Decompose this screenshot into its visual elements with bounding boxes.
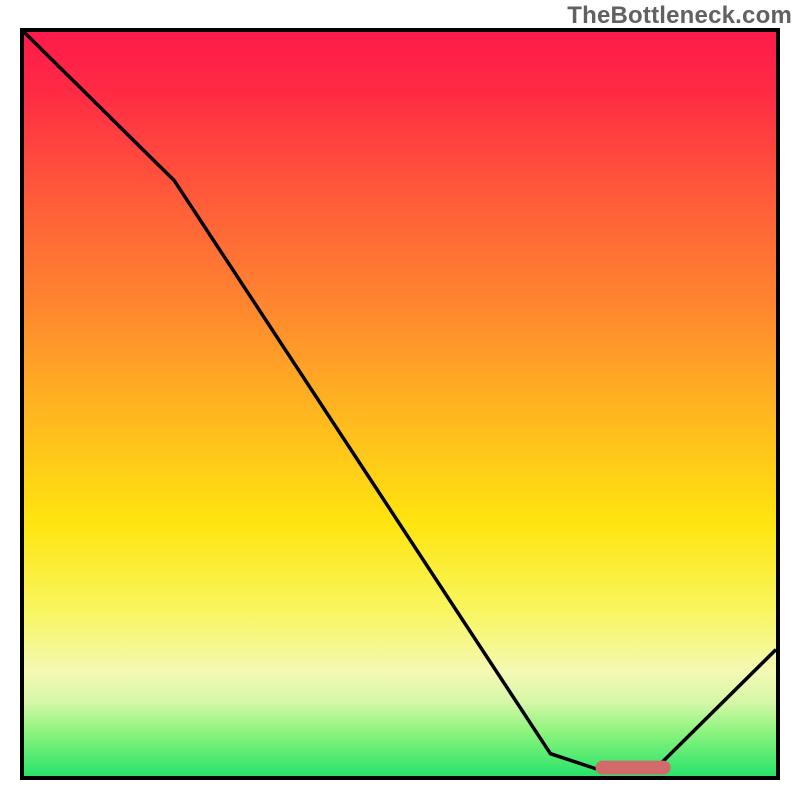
bottleneck-curve-line [24, 32, 776, 769]
plot-area [20, 28, 780, 780]
watermark-text: TheBottleneck.com [567, 2, 792, 30]
chart-overlay-svg [24, 32, 776, 776]
optimal-marker [596, 761, 671, 775]
chart-frame: TheBottleneck.com [0, 0, 800, 800]
